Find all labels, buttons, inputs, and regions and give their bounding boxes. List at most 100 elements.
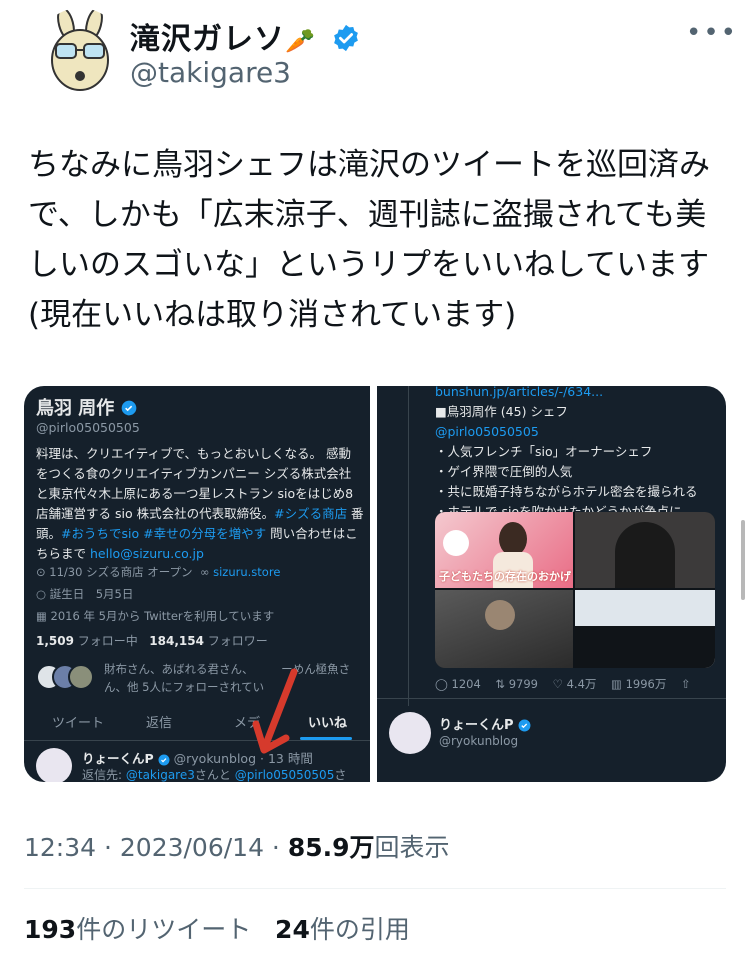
views-count: 1996万 [625,677,667,691]
hashtag-link: #シズる商店 [274,506,348,521]
reply-to-suffix: さ [334,768,347,782]
media-image-left[interactable]: 鳥羽 周作 @pirlo05050505 料理は、クリエイティブで、もっとおいし… [24,386,370,782]
bio-text: 頭。 [36,526,62,541]
profile-location: 11/30 シズる商店 オープン [49,565,193,579]
bio-line: 料理は、クリエイティブで、もっとおいしくなる。 感動 [36,446,351,461]
article-link: bunshun.jp/articles/-/634... [435,386,604,399]
photo-person [499,522,527,556]
verified-badge-icon [334,24,359,51]
location-pin-icon: ⊙ [36,565,46,579]
photo-card [575,626,715,668]
balloon-icon: ○ [36,587,47,601]
views-label: 回表示 [374,833,450,862]
views-icon: ▥ [611,677,622,691]
quotes-count: 24 [275,915,310,944]
views-count: 85.9万 [287,833,375,862]
photo-tile: 子どもたちの存在のおかげ [435,512,573,588]
quotes-label: 件の引用 [309,915,410,944]
profile-birthday-row: ○ 誕生日 5月5日 [36,586,133,602]
quoted-line: ■鳥羽周作 (45) シェフ [435,404,568,419]
retweets-label: 件のリツイート [76,915,252,944]
link-icon: ∞ [199,565,210,579]
mention-link: @pirlo05050505 [435,424,539,439]
profile-name: 鳥羽 周作 [36,394,137,420]
reply-header: りょーくんP [439,714,531,733]
like-count: 4.4万 [566,677,597,691]
photo-person [485,600,515,630]
tweet-stats: 193件のリツイート 24件の引用 [24,910,410,946]
reply-author-name: りょーくんP [82,751,154,766]
profile-joined-row: ▦ 2016 年 5月から Twitterを利用しています [36,608,274,624]
reply-time: · 13 時間 [260,751,313,766]
more-options-icon[interactable]: ••• [686,18,738,48]
reply-header: りょーくんP @ryokunblog · 13 時間 [82,748,313,767]
tweet-date[interactable]: 2023/06/14 [120,833,264,862]
following-count: 1,509 [36,634,74,648]
retweets-stat[interactable]: 193件のリツイート [24,915,251,944]
verified-badge-icon [121,400,136,415]
tab-tweets: ツイート [52,716,105,731]
following-label: フォロー中 [77,634,138,648]
bio-text: 番 [347,506,364,521]
followers-label: フォロワー [207,634,268,648]
followed-by-text: 財布さん、あばれる君さん、 ーめん極魚さ ん、他 5人にフォローされてい [104,660,350,696]
followed-by-line: 財布さん、あばれる君さん、 ーめん極魚さ [104,660,350,678]
reply-author-handle: @ryokunblog [439,734,519,748]
divider [24,888,726,889]
reply-count: 1204 [451,677,481,691]
quoted-photo-grid: 子どもたちの存在のおかげ [435,512,715,668]
photo-caption: 子どもたちの存在のおかげ [439,570,571,583]
bio-line: 店舗運営する sio 株式会社の代表取締役。#シズる商店 番 [36,504,366,524]
avatar [68,664,94,690]
profile-name-text: 鳥羽 周作 [36,398,115,419]
reply-icon: ◯ [435,677,448,691]
quoted-line: ・人気フレンチ「sio」オーナーシェフ [435,444,653,459]
email-link: hello@sizuru.co.jp [89,546,204,561]
scrollbar[interactable] [741,520,745,600]
bio-text: ちらまで [36,546,90,561]
followers-count: 184,154 [149,634,204,648]
profile-birthday: 誕生日 5月5日 [49,587,134,601]
quoted-line: ・共に既婚子持ちながらホテル密会を撮られる [435,484,698,499]
reply-to-mid: さんと [194,768,235,782]
tweet-time[interactable]: 12:34 [24,833,96,862]
hashtag-link: #幸せの分母を増やす [143,526,267,541]
photo-tile [435,590,573,668]
quotes-stat[interactable]: 24件の引用 [275,915,410,944]
profile-tabs: ツイート 返信 メデ いいね [24,704,370,741]
reply-to-user: @takigare3 [125,768,195,782]
reply-avatar [36,748,72,782]
profile-bio: 料理は、クリエイティブで、もっとおいしくなる。 感動 をつくる食のクリエイティブ… [36,444,366,564]
profile-handle: @pirlo05050505 [36,420,140,435]
quoted-line: ・ゲイ界隈で圧倒的人気 [435,464,573,479]
photo-tile [575,512,715,588]
rabbit-avatar-icon [36,8,124,96]
retweet-count: 9799 [508,677,539,691]
followed-by-text-1: 財布さん、あばれる君さん、 [104,662,258,676]
thread-line [408,386,409,706]
author-name-text: 滝沢ガレソ [130,22,285,57]
retweets-count: 193 [24,915,77,944]
retweet-icon: ⇅ [495,677,506,691]
author-handle[interactable]: @takigare3 [130,56,291,89]
share-icon: ⇧ [680,677,691,691]
reply-avatar [389,712,431,754]
bio-line: ちらまで hello@sizuru.co.jp [36,544,366,564]
media-image-right[interactable]: bunshun.jp/articles/-/634... ■鳥羽周作 (45) … [377,386,726,782]
followed-by-line: ん、他 5人にフォローされてい [104,680,265,694]
hashtag-link: #おうちでsio [61,526,140,541]
profile-website: sizuru.store [213,565,281,579]
author-name[interactable]: 滝沢ガレソ🥕 [130,14,361,58]
bio-line: 頭。#おうちでsio #幸せの分母を増やす 問い合わせはこ [36,524,366,544]
divider [377,698,726,699]
bio-text: 店舗運営する sio 株式会社の代表取締役。 [36,506,275,521]
author-avatar[interactable] [36,8,124,96]
quoted-actions: ◯ 1204 ⇅ 9799 ♡ 4.4万 ▥ 1996万 ⇧ [435,676,691,692]
bio-text: 問い合わせはこ [266,526,358,541]
carrot-emoji: 🥕 [285,27,316,55]
calendar-icon: ▦ [36,609,47,623]
photo-person [615,522,675,588]
profile-follow-counts: 1,509 フォロー中 184,154 フォロワー [36,632,268,649]
photo-tile [575,590,715,668]
profile-location-row: ⊙ 11/30 シズる商店 オープン ∞ sizuru.store [36,564,280,580]
